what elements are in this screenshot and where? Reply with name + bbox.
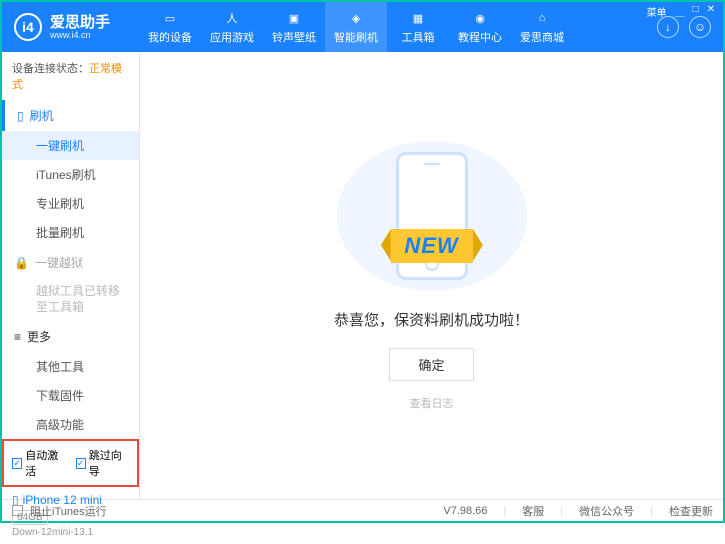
nav-wallpaper[interactable]: ▣ 铃声壁纸: [263, 2, 325, 52]
sidebar-item-other-tools[interactable]: 其他工具: [2, 352, 139, 381]
checkbox-icon: [12, 505, 23, 516]
sidebar-item-download-firmware[interactable]: 下载固件: [2, 381, 139, 410]
main-content: NEW 恭喜您，保资料刷机成功啦！ 确定 查看日志: [140, 52, 723, 499]
nav-label: 教程中心: [458, 29, 502, 45]
toolbox-icon: ▦: [409, 9, 427, 27]
sidebar-item-pro-flash[interactable]: 专业刷机: [2, 189, 139, 218]
download-icon[interactable]: ↓: [657, 16, 679, 38]
checkmark-icon: ✓: [12, 458, 22, 469]
view-log-link[interactable]: 查看日志: [410, 395, 454, 411]
nav-label: 铃声壁纸: [272, 29, 316, 45]
top-right-controls: ↓ ☺: [657, 16, 711, 38]
sidebar-section-more[interactable]: ≡ 更多: [2, 321, 139, 352]
checkmark-icon: ✓: [76, 458, 86, 469]
checkbox-label: 阻止iTunes运行: [30, 503, 107, 519]
sidebar-jailbreak-note: 越狱工具已转移至工具箱: [2, 278, 139, 321]
section-label: 更多: [27, 328, 51, 345]
sidebar-item-itunes-flash[interactable]: iTunes刷机: [2, 160, 139, 189]
sidebar-item-advanced[interactable]: 高级功能: [2, 410, 139, 439]
checkbox-block-itunes[interactable]: 阻止iTunes运行: [12, 503, 107, 519]
success-message: 恭喜您，保资料刷机成功啦！: [334, 309, 529, 330]
success-illustration: NEW: [337, 141, 527, 291]
sidebar-section-flash[interactable]: ▯ 刷机: [2, 100, 139, 131]
minimize-icon[interactable]: ＿: [675, 4, 685, 19]
logo-icon: i4: [14, 13, 42, 41]
nav-label: 工具箱: [402, 29, 435, 45]
menu-icon[interactable]: 菜单: [647, 4, 667, 19]
phone-icon: ▭: [161, 9, 179, 27]
nav-label: 我的设备: [148, 29, 192, 45]
app-name: 爱思助手: [50, 15, 110, 30]
device-meta: Down-12mini-13,1: [12, 527, 129, 538]
section-label: 一键越狱: [35, 254, 83, 271]
connection-status: 设备连接状态：正常模式: [2, 52, 139, 100]
version-label: V7.98.66: [443, 505, 487, 517]
service-link[interactable]: 客服: [522, 503, 544, 519]
sidebar-item-oneclick-flash[interactable]: 一键刷机: [2, 131, 139, 160]
nav-label: 应用游戏: [210, 29, 254, 45]
nav-my-device[interactable]: ▭ 我的设备: [139, 2, 201, 52]
checkbox-auto-activate[interactable]: ✓自动激活: [12, 447, 66, 479]
sidebar-section-jailbreak[interactable]: 🔒 一键越狱: [2, 247, 139, 278]
checkbox-highlighted-area: ✓自动激活 ✓跳过向导: [2, 439, 139, 487]
sidebar-item-batch-flash[interactable]: 批量刷机: [2, 218, 139, 247]
wechat-link[interactable]: 微信公众号: [579, 503, 634, 519]
top-nav: ▭ 我的设备 人应用游戏 ▣ 铃声壁纸 ◈ 智能刷机 ▦ 工具箱 ◉ 教程中心 ⌂ 爱思商城: [139, 2, 657, 52]
window-controls: 菜单 ＿ □ ✕: [647, 4, 715, 19]
checkbox-label: 自动激活: [25, 447, 65, 479]
checkbox-skip-guide[interactable]: ✓跳过向导: [76, 447, 130, 479]
top-bar: i4 爱思助手 www.i4.cn ▭ 我的设备 人应用游戏 ▣ 铃声壁纸 ◈ 智能刷…: [2, 2, 723, 52]
wallpaper-icon: ▣: [285, 9, 303, 27]
tutorial-icon: ◉: [471, 9, 489, 27]
user-icon[interactable]: ☺: [689, 16, 711, 38]
flash-icon: ◈: [347, 9, 365, 27]
phone-icon: ▯: [17, 109, 24, 123]
ok-button[interactable]: 确定: [389, 348, 473, 381]
store-icon: ⌂: [533, 9, 551, 27]
nav-apps[interactable]: 人应用游戏: [201, 2, 263, 52]
nav-label: 智能刷机: [334, 29, 378, 45]
checkbox-label: 跳过向导: [89, 447, 129, 479]
nav-toolbox[interactable]: ▦ 工具箱: [387, 2, 449, 52]
nav-tutorial[interactable]: ◉ 教程中心: [449, 2, 511, 52]
hamburger-icon: ≡: [14, 330, 21, 344]
sidebar: 设备连接状态：正常模式 ▯刷机 一键刷机 iTunes刷机 专业刷机 批量刷机 …: [2, 52, 140, 499]
nav-flash[interactable]: ◈ 智能刷机: [325, 2, 387, 52]
nav-store[interactable]: ⌂ 爱思商城: [511, 2, 573, 52]
check-update-link[interactable]: 检查更新: [669, 503, 713, 519]
nav-label: 爱思商城: [520, 29, 564, 45]
maximize-icon[interactable]: □: [693, 4, 699, 19]
logo-area: i4 爱思助手 www.i4.cn: [14, 13, 139, 41]
new-ribbon: NEW: [390, 229, 472, 263]
status-label: 设备连接状态：: [12, 63, 89, 75]
section-label: 刷机: [30, 107, 54, 124]
app-url: www.i4.cn: [50, 30, 110, 40]
apps-icon: 人: [223, 9, 241, 27]
close-icon[interactable]: ✕: [707, 4, 715, 19]
lock-icon: 🔒: [14, 256, 29, 270]
